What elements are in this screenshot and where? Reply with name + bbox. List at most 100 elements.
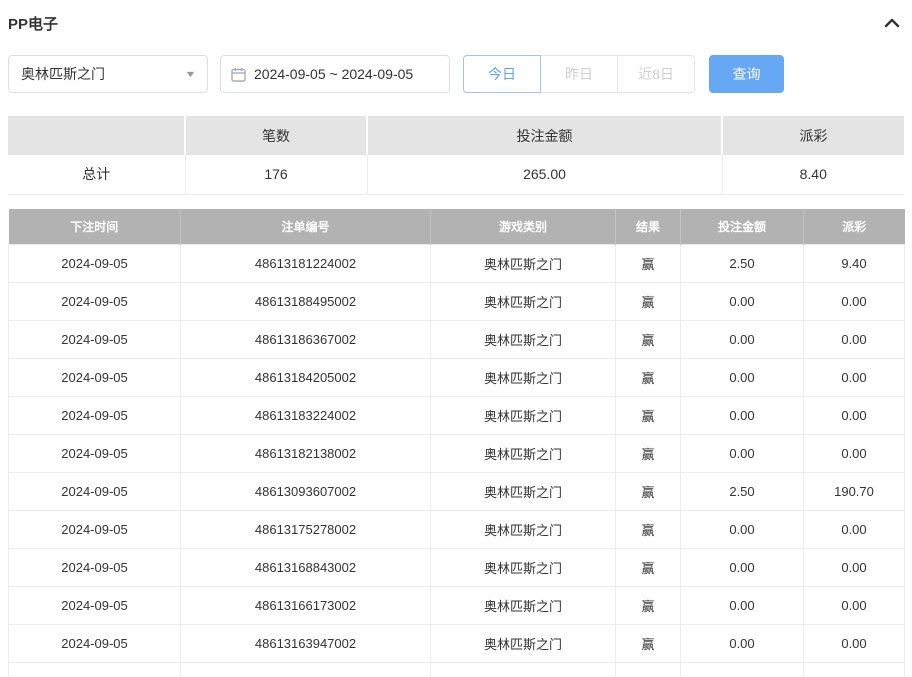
table-cell: 2024-09-05	[9, 511, 181, 549]
game-select[interactable]: 奥林匹斯之门 ▼	[8, 55, 208, 93]
collapse-chevron-up-icon[interactable]	[880, 11, 904, 35]
table-cell: 赢	[616, 321, 681, 359]
section-header: PP电子	[8, 0, 904, 42]
table-cell: 48613163947002	[181, 625, 431, 663]
table-cell: 0.00	[681, 511, 804, 549]
table-cell: 2024-09-05	[9, 435, 181, 473]
table-cell: 0.00	[681, 359, 804, 397]
today-button[interactable]: 今日	[463, 55, 541, 93]
last-8-days-button[interactable]: 近8日	[617, 55, 695, 93]
table-cell: 奥林匹斯之门	[431, 283, 616, 321]
table-cell: 奥林匹斯之门	[431, 397, 616, 435]
page: PP电子 奥林匹斯之门 ▼ 2024-09-05 ~ 2024-09-05 今日…	[0, 0, 912, 677]
table-cell: 赢	[616, 435, 681, 473]
table-cell: 2024-09-05	[9, 473, 181, 511]
table-row: 2024-09-0548613184205002奥林匹斯之门赢0.000.00	[9, 359, 905, 397]
summary-header-bet-amount: 投注金额	[367, 116, 722, 155]
detail-header-payout: 派彩	[804, 209, 905, 245]
table-cell: 2.50	[681, 473, 804, 511]
table-row: 2024-09-0548613168843002奥林匹斯之门赢0.000.00	[9, 549, 905, 587]
table-cell: 赢	[616, 549, 681, 587]
table-cell: 0.00	[804, 321, 905, 359]
detail-section: 下注时间 注单编号 游戏类别 结果 投注金额 派彩 2024-09-054861…	[8, 209, 904, 677]
table-cell: 9.40	[804, 245, 905, 283]
table-cell: 0.00	[804, 397, 905, 435]
table-cell	[431, 663, 616, 677]
table-cell: 2024-09-05	[9, 549, 181, 587]
table-cell: 0.00	[804, 625, 905, 663]
table-cell	[681, 663, 804, 677]
table-cell: 奥林匹斯之门	[431, 549, 616, 587]
table-cell: 48613182138002	[181, 435, 431, 473]
table-row: 2024-09-0548613186367002奥林匹斯之门赢0.000.00	[9, 321, 905, 359]
table-cell: 0.00	[681, 321, 804, 359]
summary-total-row: 总计 176 265.00 8.40	[8, 155, 904, 194]
detail-table-body: 2024-09-0548613181224002奥林匹斯之门赢2.509.402…	[9, 245, 905, 677]
table-cell: 0.00	[804, 549, 905, 587]
summary-total-payout: 8.40	[722, 155, 904, 194]
table-cell: 赢	[616, 245, 681, 283]
table-row: 2024-09-0548613188495002奥林匹斯之门赢0.000.00	[9, 283, 905, 321]
calendar-icon	[231, 67, 246, 82]
table-cell: 48613188495002	[181, 283, 431, 321]
table-cell	[9, 663, 181, 677]
table-cell: 奥林匹斯之门	[431, 587, 616, 625]
table-cell: 2.50	[681, 245, 804, 283]
detail-header-bet-time: 下注时间	[9, 209, 181, 245]
summary-total-count: 176	[185, 155, 367, 194]
summary-header-payout: 派彩	[722, 116, 904, 155]
table-cell: 0.00	[681, 625, 804, 663]
table-cell: 48613186367002	[181, 321, 431, 359]
table-cell: 48613093607002	[181, 473, 431, 511]
game-select-value: 奥林匹斯之门	[21, 64, 105, 84]
table-row: 2024-09-0548613182138002奥林匹斯之门赢0.000.00	[9, 435, 905, 473]
table-cell: 0.00	[681, 435, 804, 473]
summary-header-row: 笔数 投注金额 派彩	[8, 116, 904, 155]
table-row: 2024-09-0548613175278002奥林匹斯之门赢0.000.00	[9, 511, 905, 549]
table-cell: 赢	[616, 587, 681, 625]
table-cell: 2024-09-05	[9, 397, 181, 435]
detail-header-result: 结果	[616, 209, 681, 245]
table-cell	[181, 663, 431, 677]
summary-header-blank	[8, 116, 185, 155]
summary-header-count: 笔数	[185, 116, 367, 155]
date-range-picker[interactable]: 2024-09-05 ~ 2024-09-05	[220, 55, 450, 93]
detail-header-game-category: 游戏类别	[431, 209, 616, 245]
summary-total-label: 总计	[8, 155, 185, 194]
table-cell	[804, 663, 905, 677]
detail-header-row: 下注时间 注单编号 游戏类别 结果 投注金额 派彩	[9, 209, 905, 245]
table-cell: 0.00	[804, 511, 905, 549]
table-cell: 奥林匹斯之门	[431, 435, 616, 473]
table-cell: 奥林匹斯之门	[431, 473, 616, 511]
table-row: 2024-09-0548613181224002奥林匹斯之门赢2.509.40	[9, 245, 905, 283]
table-cell: 赢	[616, 625, 681, 663]
table-row: 2024-09-0548613093607002奥林匹斯之门赢2.50190.7…	[9, 473, 905, 511]
table-cell: 2024-09-05	[9, 359, 181, 397]
table-cell: 48613168843002	[181, 549, 431, 587]
quick-range-button-group: 今日 昨日 近8日	[463, 55, 695, 93]
chevron-down-icon: ▼	[184, 69, 196, 79]
table-cell: 0.00	[681, 283, 804, 321]
summary-total-bet-amount: 265.00	[367, 155, 722, 194]
table-cell: 2024-09-05	[9, 587, 181, 625]
table-cell: 2024-09-05	[9, 321, 181, 359]
table-cell: 奥林匹斯之门	[431, 625, 616, 663]
page-title: PP电子	[8, 13, 58, 34]
table-cell: 2024-09-05	[9, 245, 181, 283]
detail-header-bet-amount: 投注金额	[681, 209, 804, 245]
query-button[interactable]: 查询	[709, 55, 784, 93]
table-cell	[616, 663, 681, 677]
yesterday-button[interactable]: 昨日	[540, 55, 618, 93]
table-cell: 奥林匹斯之门	[431, 245, 616, 283]
table-cell: 48613175278002	[181, 511, 431, 549]
summary-table: 笔数 投注金额 派彩 总计 176 265.00 8.40	[8, 116, 904, 195]
table-cell: 190.70	[804, 473, 905, 511]
table-cell: 赢	[616, 511, 681, 549]
table-cell: 0.00	[804, 359, 905, 397]
table-cell: 0.00	[681, 549, 804, 587]
table-row: 2024-09-0548613166173002奥林匹斯之门赢0.000.00	[9, 587, 905, 625]
table-cell: 赢	[616, 473, 681, 511]
table-row-partial	[9, 663, 905, 677]
table-cell: 48613181224002	[181, 245, 431, 283]
detail-header-order-no: 注单编号	[181, 209, 431, 245]
